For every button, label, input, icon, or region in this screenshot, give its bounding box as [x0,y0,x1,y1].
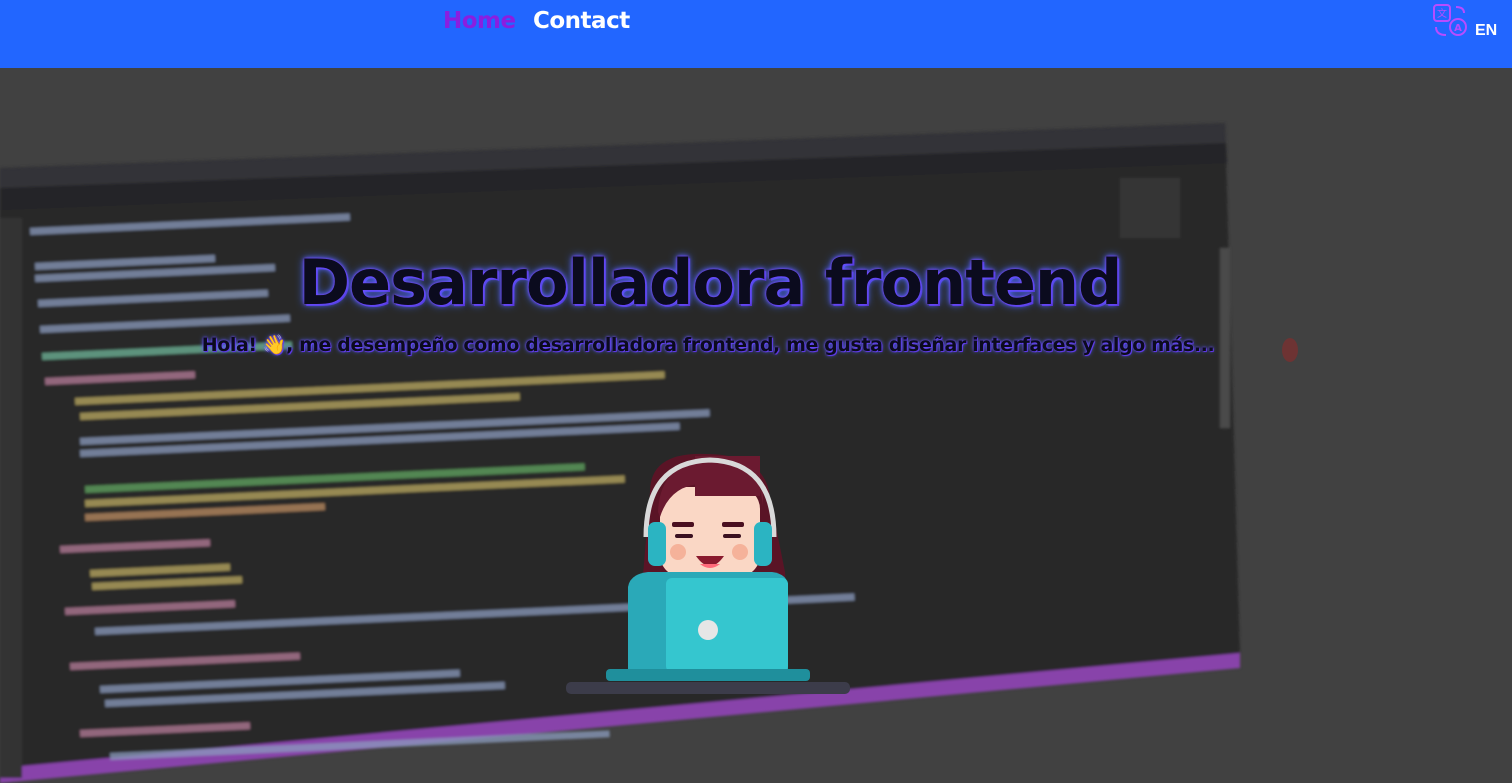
top-navbar: Home Contact 文 A EN [0,0,1512,68]
translate-icon[interactable]: 文 A [1432,3,1468,39]
nav-home-link[interactable]: Home [443,8,516,34]
developer-girl-laptop-illustration [566,453,850,694]
hero-title: Desarrolladora frontend [298,246,1123,319]
svg-text:A: A [1454,23,1462,34]
hero-subtitle: Hola! 👋, me desempeño como desarrollador… [201,334,1215,356]
nav-contact-link[interactable]: Contact [533,8,630,34]
hero-section: Desarrolladora frontend Hola! 👋, me dese… [0,68,1512,783]
svg-text:文: 文 [1437,7,1447,20]
language-code[interactable]: EN [1475,22,1497,40]
